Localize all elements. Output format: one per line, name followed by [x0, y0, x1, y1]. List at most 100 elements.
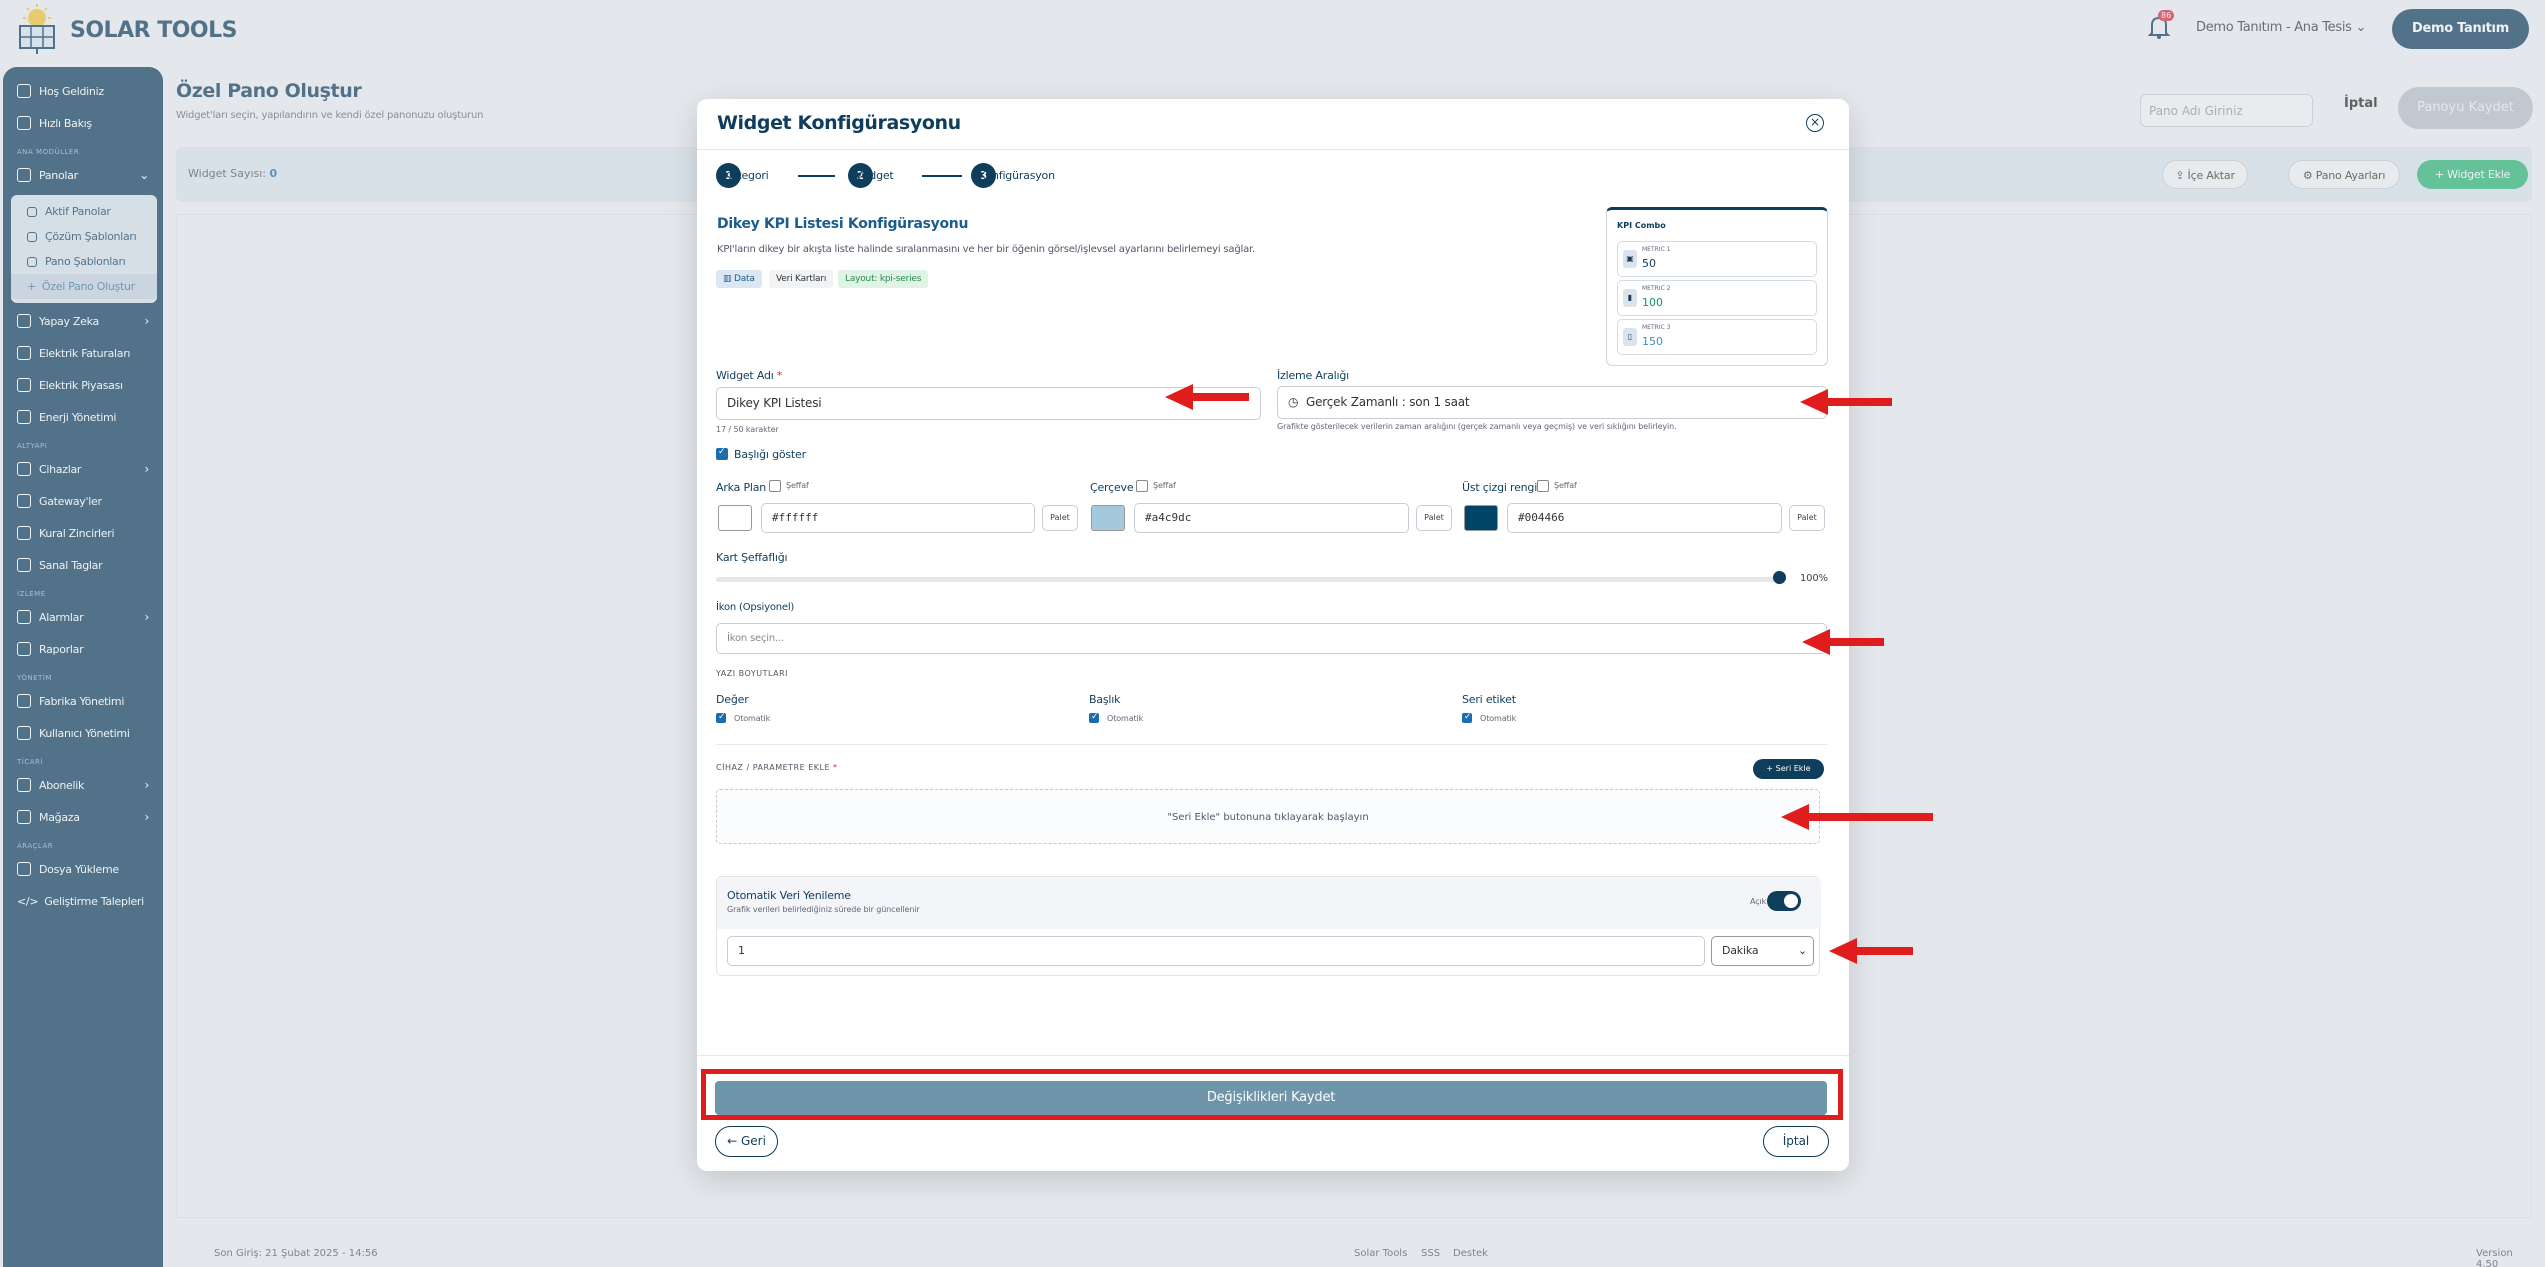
preview-metric-value: 50: [1642, 257, 1656, 270]
top-line-palette-button[interactable]: Palet: [1789, 505, 1825, 531]
preview-kpi-row: ▮ METRIC 2 100: [1617, 280, 1817, 316]
step-label: Widget: [856, 169, 894, 182]
step-label: Konfigürasyon: [979, 169, 1055, 182]
auto-refresh-state: Açık: [1750, 897, 1767, 906]
auto-refresh-title: Otomatik Veri Yenileme: [727, 889, 851, 902]
widget-preview: KPI Combo ▣ METRIC 1 50 ▮ METRIC 2 100 ▯ METR…: [1606, 207, 1828, 366]
border-color-swatch[interactable]: [1091, 505, 1125, 531]
opacity-slider-track[interactable]: [716, 577, 1779, 582]
opacity-value: 100%: [1800, 573, 1828, 584]
border-transparent-label: Şeffaf: [1153, 481, 1176, 490]
top-line-color-label: Üst çizgi rengi: [1462, 481, 1538, 494]
range-value: Gerçek Zamanlı : son 1 saat: [1306, 395, 1470, 409]
tag-layout: Layout: kpi-series: [838, 270, 929, 288]
auto-refresh-description: Grafik verileri belirlediğiniz sürede bi…: [727, 905, 920, 914]
step-connector: [798, 175, 835, 177]
refresh-interval-input[interactable]: 1: [727, 936, 1705, 966]
preview-metric-name: METRIC 1: [1642, 246, 1671, 253]
series-empty-state: "Seri Ekle" butonuna tıklayarak başlayın: [716, 789, 1820, 844]
font-sizes-title: YAZI BOYUTLARI: [716, 669, 788, 678]
clock-icon: ◷: [1288, 395, 1299, 409]
bg-transparent-checkbox[interactable]: [769, 480, 781, 492]
device-param-label: CİHAZ / PARAMETRE EKLE *: [716, 763, 838, 772]
metric-icon: ▮: [1623, 289, 1637, 307]
metric-icon: ▣: [1623, 250, 1637, 268]
bg-color-hex-input[interactable]: #ffffff: [761, 503, 1035, 533]
bg-transparent-label: Şeffaf: [786, 481, 809, 490]
top-line-color-hex-input[interactable]: #004466: [1507, 503, 1782, 533]
refresh-unit-value: Dakika: [1722, 944, 1759, 957]
required-mark: *: [776, 369, 783, 382]
border-color-label: Çerçeve: [1090, 481, 1134, 494]
widget-name-counter: 17 / 50 karakter: [716, 425, 779, 434]
config-section-description: KPI'ların dikey bir akışta liste halinde…: [717, 244, 1255, 255]
plus-icon: +: [1766, 764, 1774, 773]
preview-metric-value: 100: [1642, 296, 1663, 309]
step-connector: [922, 175, 962, 177]
tag-data-cards: Veri Kartları: [769, 270, 834, 288]
preview-metric-name: METRIC 2: [1642, 285, 1671, 292]
preview-kpi-row: ▯ METRIC 3 150: [1617, 319, 1817, 355]
annotation-arrow-icon: [1165, 384, 1249, 410]
annotation-highlight-box: [701, 1069, 1843, 1120]
show-title-label: Başlığı göster: [734, 448, 806, 461]
top-line-transparent-label: Şeffaf: [1554, 481, 1577, 490]
opacity-slider-handle[interactable]: [1773, 571, 1786, 584]
step-widget[interactable]: 2 Widget: [848, 163, 894, 188]
config-section-title: Dikey KPI Listesi Konfigürasyonu: [717, 216, 969, 232]
value-size-label: Değer: [716, 693, 749, 706]
preview-metric-value: 150: [1642, 335, 1663, 348]
back-button[interactable]: ← Geri: [715, 1126, 778, 1157]
series-label-auto-checkbox[interactable]: [1462, 712, 1472, 723]
border-color-hex-input[interactable]: #a4c9dc: [1134, 503, 1409, 533]
refresh-unit-select[interactable]: Dakika ⌄: [1711, 936, 1814, 966]
show-title-checkbox[interactable]: [716, 447, 728, 460]
bg-color-label: Arka Plan: [716, 481, 767, 494]
step-label: Kategori: [724, 169, 769, 182]
value-auto-checkbox[interactable]: [716, 712, 726, 723]
widget-name-label: Widget Adı *: [716, 369, 782, 382]
divider: [697, 1055, 1849, 1056]
chevron-down-icon: ⌄: [1797, 944, 1807, 957]
add-series-label: Seri Ekle: [1775, 764, 1811, 773]
tag-label: Data: [733, 274, 755, 284]
widget-config-modal: Widget Konfigürasyonu × 1 Kategori 2 Widge…: [697, 99, 1849, 1171]
auto-refresh-header: Otomatik Veri Yenileme Grafik verileri b…: [717, 877, 1821, 929]
bg-color-swatch[interactable]: [718, 505, 752, 531]
range-select[interactable]: ◷ Gerçek Zamanlı : son 1 saat: [1277, 386, 1827, 419]
opacity-label: Kart Şeffaflığı: [716, 551, 788, 564]
border-palette-button[interactable]: Palet: [1416, 505, 1452, 531]
auto-refresh-panel: Otomatik Veri Yenileme Grafik verileri b…: [716, 876, 1821, 976]
preview-kpi-row: ▣ METRIC 1 50: [1617, 241, 1817, 277]
metric-icon: ▯: [1623, 328, 1637, 346]
series-label-size-label: Seri etiket: [1462, 693, 1516, 706]
value-auto-label: Otomatik: [734, 714, 771, 723]
border-transparent-checkbox[interactable]: [1136, 480, 1148, 492]
divider: [697, 149, 1849, 150]
auto-refresh-toggle[interactable]: [1767, 891, 1801, 911]
widget-name-label-text: Widget Adı: [716, 369, 774, 382]
modal-cancel-button[interactable]: İptal: [1763, 1126, 1829, 1157]
modal-title: Widget Konfigürasyonu: [717, 112, 961, 134]
top-line-transparent-checkbox[interactable]: [1537, 480, 1549, 492]
series-label-auto-label: Otomatik: [1480, 714, 1517, 723]
annotation-arrow-icon: [1781, 804, 1933, 830]
range-help: Grafikte gösterilecek verilerin zaman ar…: [1277, 422, 1677, 431]
title-auto-checkbox[interactable]: [1089, 712, 1099, 723]
step-category[interactable]: 1 Kategori: [716, 163, 769, 188]
device-param-label-text: CİHAZ / PARAMETRE EKLE: [716, 763, 830, 772]
chart-icon: ▥: [723, 274, 732, 284]
title-auto-label: Otomatik: [1107, 714, 1144, 723]
step-configuration[interactable]: 3 Konfigürasyon: [971, 163, 1055, 188]
tag-data: ▥ Data: [716, 270, 762, 288]
top-line-color-swatch[interactable]: [1464, 505, 1498, 531]
icon-select-input[interactable]: İkon seçin...: [716, 623, 1827, 654]
close-icon[interactable]: ×: [1806, 114, 1824, 132]
preview-metric-name: METRIC 3: [1642, 324, 1671, 331]
icon-label: İkon (Opsiyonel): [716, 602, 795, 613]
annotation-arrow-icon: [1802, 629, 1884, 655]
bg-palette-button[interactable]: Palet: [1042, 505, 1078, 531]
title-size-label: Başlık: [1089, 693, 1121, 706]
annotation-arrow-icon: [1800, 389, 1892, 415]
add-series-button[interactable]: + Seri Ekle: [1753, 759, 1824, 779]
